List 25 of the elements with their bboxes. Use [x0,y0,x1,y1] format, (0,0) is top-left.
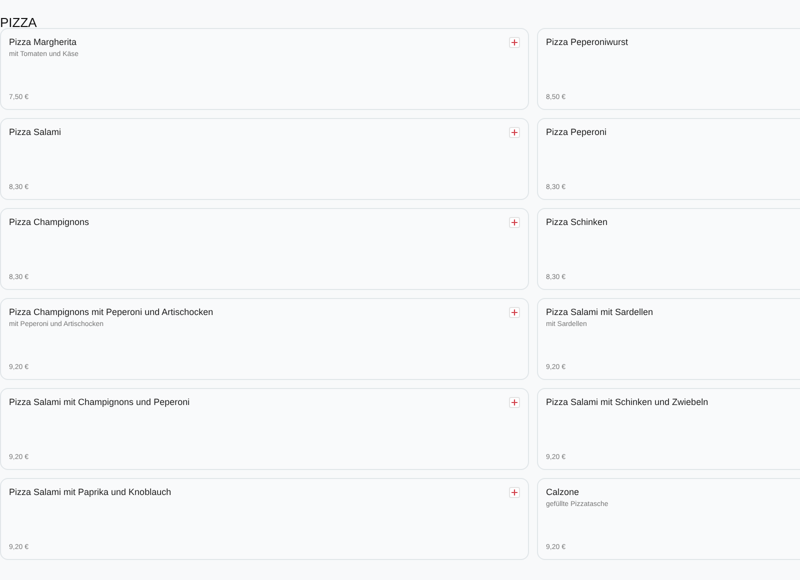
plus-icon [511,129,518,136]
item-name: Calzone [546,487,580,497]
plus-icon [511,309,518,316]
item-name: Pizza Champignons [9,217,90,227]
plus-icon [511,399,518,406]
item-name: Pizza Salami mit Schinken und Zwiebeln [546,397,708,407]
add-button[interactable] [509,37,520,48]
add-button[interactable] [509,487,520,498]
add-button[interactable] [509,217,520,228]
item-name: Pizza Salami mit Champignons und Peperoni [9,397,190,407]
item-name: Pizza Salami mit Paprika und Knoblauch [9,487,172,497]
plus-icon [511,219,518,226]
item-name: Pizza Champignons mit Peperoni und Artischocken [9,307,214,317]
add-button[interactable] [509,127,520,138]
item-name: Pizza Salami mit Sardellen [546,307,654,317]
add-button[interactable] [509,397,520,408]
item-name: Pizza Peperoniwurst [546,37,628,47]
add-button[interactable] [509,307,520,318]
plus-icon [511,489,518,496]
item-name: Pizza Margherita [9,37,78,47]
plus-icon [511,39,518,46]
section-heading: PIZZA [0,14,38,28]
item-name: Pizza Salami [9,127,62,137]
item-name: Pizza Schinken [546,217,608,227]
item-name: Pizza Peperoni [546,127,607,137]
